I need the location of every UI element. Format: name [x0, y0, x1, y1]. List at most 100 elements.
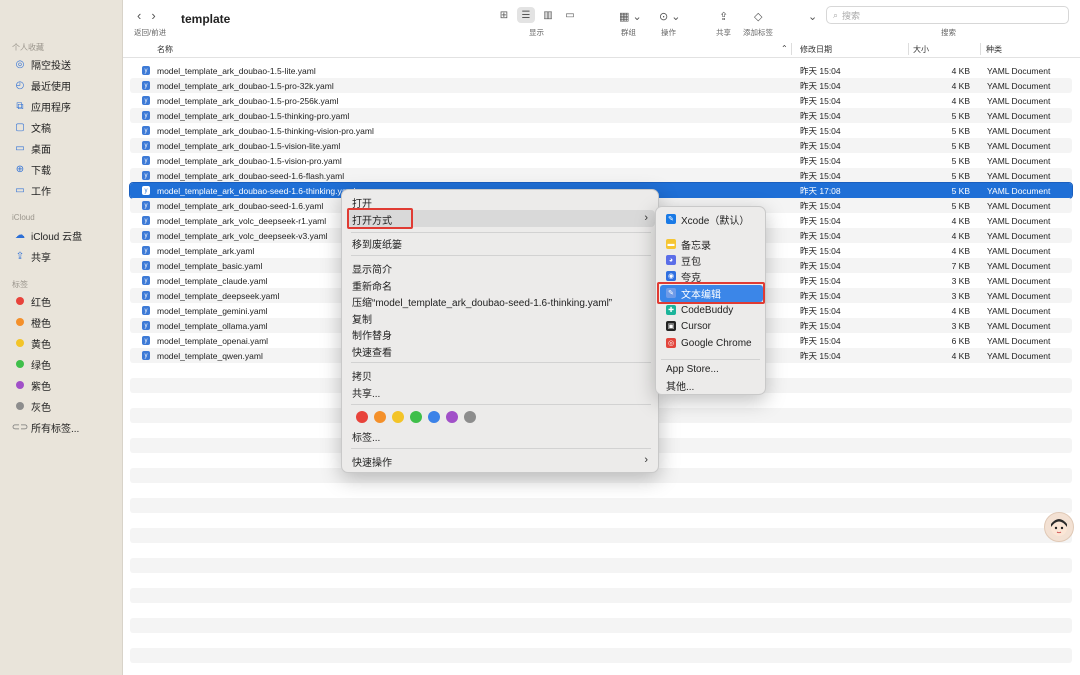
sidebar-item-6[interactable]: ⊕ 下载 — [14, 161, 51, 177]
sidebar-item-3[interactable]: ⧉ 应用程序 — [14, 98, 71, 114]
table-row[interactable]: y model_template_ark_doubao-1.5-lite.yam… — [130, 63, 1072, 78]
table-row[interactable]: y model_template_ark_doubao-1.5-vision-p… — [130, 153, 1072, 168]
sidebar-item-2[interactable]: ◴ 最近使用 — [14, 77, 71, 93]
submenu-app-chrome[interactable]: ◎ Google Chrome — [666, 336, 752, 350]
sidebar-tag-7[interactable]: ⊂⊃ 所有标签... — [12, 419, 80, 435]
table-row[interactable]: y model_template_ark_doubao-1.5-thinking… — [130, 123, 1072, 138]
assistant-avatar[interactable] — [1044, 512, 1074, 542]
icon-view-icon[interactable]: ⊞ — [495, 7, 513, 23]
submenu-app-quark[interactable]: ◉ 夸克 — [666, 269, 701, 284]
sidebar-item-7[interactable]: ▭ 工作 — [14, 182, 51, 198]
file-kind: YAML Document — [987, 350, 1051, 361]
file-size: 4 KB — [951, 215, 970, 226]
window-title: template — [181, 12, 231, 26]
sidebar-icloud-item-2[interactable]: ⇪ 共享 — [14, 248, 51, 264]
action-icon[interactable]: ⊙ ⌄ — [659, 8, 681, 24]
cursor-icon: ▣ — [666, 321, 676, 331]
table-row[interactable]: y model_template_ark_doubao-1.5-pro-256k… — [130, 93, 1072, 108]
menu-quick-actions[interactable]: 快速操作 — [352, 454, 392, 469]
table-row[interactable]: y model_template_ark_doubao-seed-1.6-fla… — [130, 168, 1072, 183]
sidebar-tag-6[interactable]: 灰色 — [14, 398, 51, 414]
sidebar-section-icloud: iCloud — [12, 213, 35, 222]
menu-quick-look[interactable]: 快速查看 — [352, 344, 392, 359]
sidebar-item-5[interactable]: ▭ 桌面 — [14, 140, 51, 156]
empty-row — [130, 513, 1072, 528]
cloud-icon: ☁ — [15, 229, 25, 241]
column-view-icon[interactable]: ▥ — [539, 7, 557, 23]
sidebar-icloud-item-1[interactable]: ☁ iCloud 云盘 — [14, 227, 82, 243]
yaml-file-icon: y — [142, 336, 150, 345]
tag-color-4-icon[interactable] — [410, 411, 422, 423]
empty-row — [130, 483, 1072, 498]
doubao-icon: ◕ — [666, 255, 676, 265]
menu-make-alias[interactable]: 制作替身 — [352, 327, 392, 342]
submenu-app-store[interactable]: App Store... — [666, 362, 719, 376]
file-kind: YAML Document — [987, 260, 1051, 271]
table-row[interactable]: y model_template_ark_doubao-1.5-pro-32k.… — [130, 78, 1072, 93]
column-kind[interactable]: 种类 — [986, 44, 1002, 55]
gallery-view-icon[interactable]: ▭ — [561, 7, 579, 23]
view-switcher: ⊞ ☰ ▥ ▭ — [495, 7, 579, 23]
file-kind: YAML Document — [987, 275, 1051, 286]
sidebar-tag-5[interactable]: 紫色 — [14, 377, 51, 393]
submenu-app-label: 豆包 — [681, 256, 701, 268]
list-view-icon[interactable]: ☰ — [517, 7, 535, 23]
menu-move-to-trash[interactable]: 移到废纸篓 — [352, 236, 402, 251]
column-name[interactable]: 名称 — [157, 44, 173, 55]
menu-compress[interactable]: 压缩“model_template_ark_doubao-seed-1.6-th… — [352, 294, 612, 309]
submenu-other[interactable]: 其他... — [666, 378, 694, 393]
menu-share[interactable]: 共享... — [352, 385, 380, 400]
tag-color-6-icon[interactable] — [446, 411, 458, 423]
menu-duplicate[interactable]: 复制 — [352, 311, 372, 326]
more-chevron-icon[interactable]: ⌄ — [808, 8, 817, 24]
back-arrow-icon[interactable]: ‹ — [137, 8, 141, 23]
search-label: 搜索 — [941, 28, 956, 37]
menu-tags[interactable]: 标签... — [352, 429, 380, 444]
yaml-file-icon: y — [142, 156, 150, 165]
submenu-app-xcode[interactable]: ✎ Xcode（默认） — [666, 212, 749, 227]
tag-color-7-icon[interactable] — [464, 411, 476, 423]
table-row[interactable]: y model_template_ark_doubao-1.5-thinking… — [130, 108, 1072, 123]
file-date: 昨天 15:04 — [800, 140, 841, 151]
sidebar-item-label: 隔空投送 — [31, 60, 71, 72]
sidebar-item-4[interactable]: ▢ 文稿 — [14, 119, 51, 135]
notes-icon: ▬ — [666, 239, 676, 249]
sidebar-item-1[interactable]: ◎ 隔空投送 — [14, 56, 71, 72]
file-name: model_template_ark_doubao-1.5-vision-pro… — [157, 155, 342, 166]
yaml-file-icon: y — [142, 111, 150, 120]
sidebar-tag-1[interactable]: 红色 — [14, 293, 51, 309]
table-row[interactable]: y model_template_ark_doubao-1.5-vision-l… — [130, 138, 1072, 153]
menu-copy[interactable]: 拷贝 — [352, 368, 372, 383]
file-size: 4 KB — [951, 245, 970, 256]
menu-rename[interactable]: 重新命名 — [352, 278, 392, 293]
file-name: model_template_ark_doubao-seed-1.6-flash… — [157, 170, 345, 181]
group-icon[interactable]: ▦ ⌄ — [619, 8, 642, 24]
column-date[interactable]: 修改日期 — [800, 44, 832, 55]
file-kind: YAML Document — [987, 140, 1051, 151]
sidebar-item-label: 共享 — [31, 252, 51, 264]
file-size: 4 KB — [951, 80, 970, 91]
empty-row — [130, 603, 1072, 618]
submenu-app-notes[interactable]: ▬ 备忘录 — [666, 237, 711, 252]
sidebar-tag-3[interactable]: 黄色 — [14, 335, 51, 351]
tag-color-5-icon[interactable] — [428, 411, 440, 423]
submenu-app-cursor[interactable]: ▣ Cursor — [666, 319, 711, 333]
sidebar-tag-4[interactable]: 绿色 — [14, 356, 51, 372]
submenu-app-doubao[interactable]: ◕ 豆包 — [666, 253, 701, 268]
forward-arrow-icon[interactable]: › — [151, 8, 155, 23]
menu-get-info[interactable]: 显示简介 — [352, 261, 392, 276]
submenu-app-codebuddy[interactable]: ✚ CodeBuddy — [666, 303, 733, 317]
tag-icon[interactable]: ◇ — [754, 8, 762, 24]
share-icon[interactable]: ⇪ — [719, 8, 728, 24]
yaml-file-icon: y — [142, 246, 150, 255]
tag-color-2-icon[interactable] — [374, 411, 386, 423]
search-input[interactable]: ⌕ 搜索 — [826, 6, 1069, 24]
quick-actions-chevron-icon: › — [644, 454, 648, 466]
column-size[interactable]: 大小 — [913, 44, 929, 55]
tag-color-3-icon[interactable] — [392, 411, 404, 423]
menu-open[interactable]: 打开 — [352, 195, 372, 210]
sidebar-tag-2[interactable]: 橙色 — [14, 314, 51, 330]
file-date: 昨天 15:04 — [800, 290, 841, 301]
sidebar-tag-label: 灰色 — [31, 402, 51, 414]
tag-color-1-icon[interactable] — [356, 411, 368, 423]
